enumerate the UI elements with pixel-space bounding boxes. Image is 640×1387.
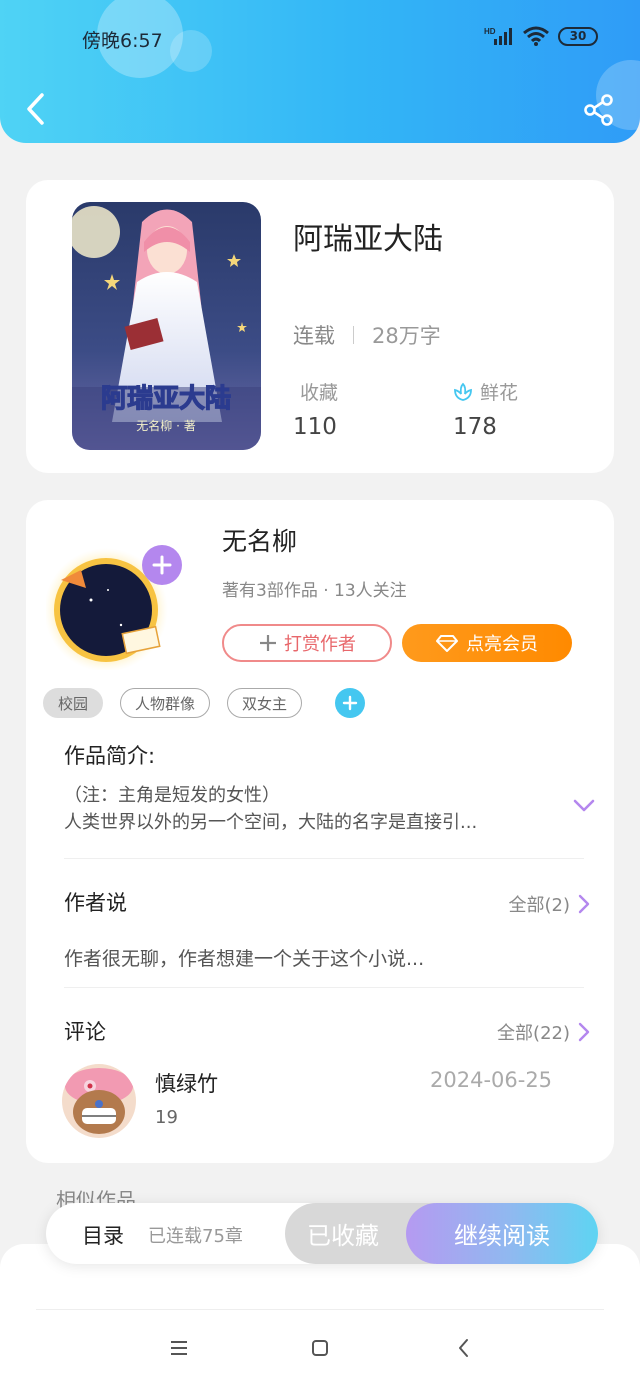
diamond-icon [436,635,458,652]
add-tag-button[interactable] [335,688,366,718]
plus-icon [152,555,172,575]
author-says-text[interactable]: 作者很无聊，作者想建一个关于这个小说... [64,944,424,971]
continue-reading-label: 继续阅读 [454,1222,550,1250]
author-says-title: 作者说 [64,891,127,915]
menu-icon[interactable] [167,1336,191,1360]
author-meta: 著有3部作品 · 13人关注 [222,581,407,601]
battery-level: 30 [569,29,587,43]
comments-see-all[interactable]: 全部(22) [497,1019,590,1045]
flowers-label: 鲜花 [480,382,519,404]
collected-label: 已收藏 [307,1222,379,1250]
signal-icon: HD [484,27,512,45]
book-info-card: 阿瑞亚大陆 无名柳 · 著 阿瑞亚大陆 连载 28万字 收藏 110 鲜花 17… [26,180,614,473]
plus-icon [260,635,276,651]
battery-icon: 30 [558,26,598,46]
tag[interactable]: 人物群像 [120,688,211,718]
toc-button[interactable]: 目录 [82,1220,124,1250]
details-card: 无名柳 著有3部作品 · 13人关注 打赏作者 点亮会员 校园 人物群像 双女主… [26,500,614,1163]
svg-text:HD: HD [484,27,496,36]
chapter-count: 已连载75章 [148,1226,243,1247]
chevron-down-icon[interactable] [572,798,596,814]
tag-list: 校园 人物群像 双女主 [43,688,366,718]
vip-label: 点亮会员 [466,634,538,655]
book-meta: 连载 28万字 [293,320,441,350]
comment-likes: 19 [155,1107,178,1128]
chevron-right-icon [578,1022,590,1042]
intro-line: （注：主角是短发的女性） [64,785,280,806]
header: 傍晚6:57 HD 30 [0,0,640,143]
status-icons: HD 30 [484,26,598,46]
cover-title: 阿瑞亚大陆 [101,383,231,414]
status-time: 傍晚6:57 [82,30,163,52]
flower-icon [454,382,472,401]
cover-art: 阿瑞亚大陆 无名柳 · 著 [72,202,261,450]
author-avatar[interactable] [44,540,186,672]
intro-line: 人类世界以外的另一个空间，大陆的名字是直接引... [64,812,478,833]
continue-reading-button[interactable]: 继续阅读 [406,1203,598,1264]
intro-text[interactable]: （注：主角是短发的女性） 人类世界以外的另一个空间，大陆的名字是直接引... [64,782,564,836]
tag[interactable]: 校园 [43,688,104,718]
vip-button[interactable]: 点亮会员 [402,624,572,662]
meta-divider [353,326,354,344]
author-says-see-all[interactable]: 全部(2) [509,891,591,917]
plus-icon [342,695,358,711]
author-name[interactable]: 无名柳 [222,522,297,558]
flowers-stat[interactable]: 鲜花 [452,378,518,405]
wifi-icon [523,26,549,46]
share-icon[interactable] [582,93,616,127]
intro-title: 作品简介: [64,744,156,768]
tip-author-label: 打赏作者 [284,634,356,655]
follow-author-button[interactable] [142,545,182,585]
flowers-value: 178 [453,414,497,440]
book-cover[interactable]: 阿瑞亚大陆 无名柳 · 著 [72,202,261,450]
tip-author-button[interactable]: 打赏作者 [222,624,392,662]
reading-action-bar: 目录 已连载75章 已收藏 继续阅读 [46,1203,598,1264]
bottom-panel [0,1244,640,1387]
chevron-right-icon [578,894,590,914]
commenter-avatar[interactable] [62,1064,136,1138]
nav-back-icon[interactable] [452,1336,476,1360]
word-count: 28万字 [372,324,441,348]
book-title: 阿瑞亚大陆 [293,222,443,257]
see-all-label: 全部(22) [497,1023,570,1044]
home-icon[interactable] [308,1336,332,1360]
favorites-value: 110 [293,414,337,440]
cover-author: 无名柳 · 著 [136,418,195,433]
commenter-name[interactable]: 慎绿竹 [155,1068,218,1098]
divider [64,858,584,859]
see-all-label: 全部(2) [508,895,571,916]
favorites-label: 收藏 [300,382,339,404]
comments-title: 评论 [64,1020,106,1044]
nav-divider [36,1309,604,1310]
decor-bubble [170,30,212,72]
book-status: 连载 [293,324,335,348]
divider [64,987,584,988]
tag[interactable]: 双女主 [227,688,303,718]
back-icon[interactable] [22,92,50,126]
comment-date: 2024-06-25 [430,1068,553,1092]
commenter-avatar-art [62,1064,136,1138]
